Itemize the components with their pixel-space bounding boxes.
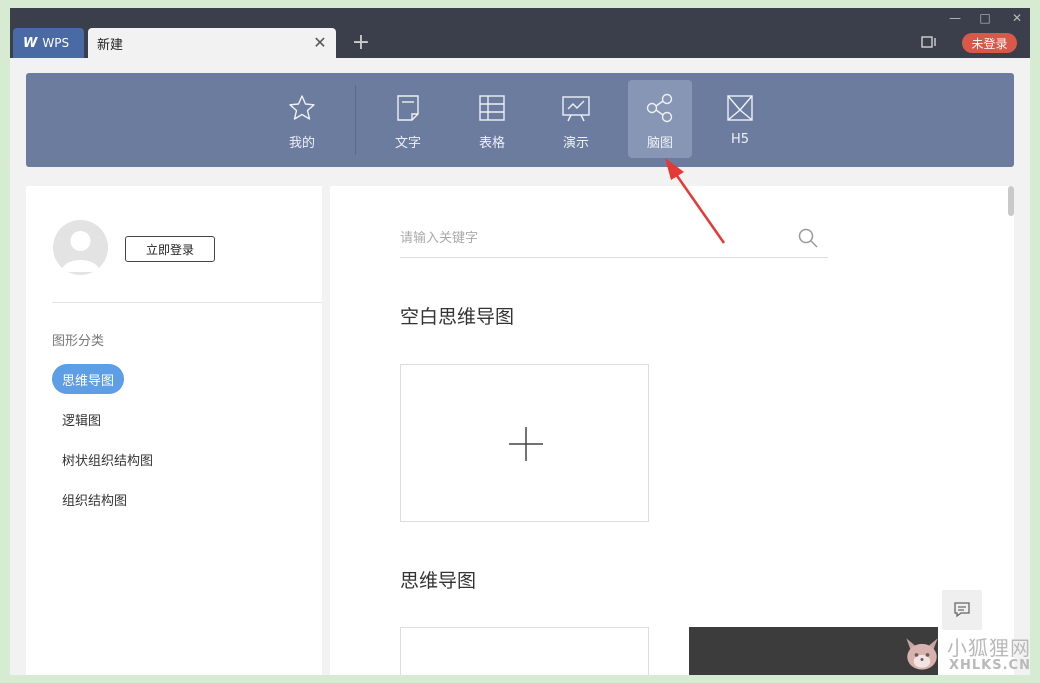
toolbar-item-mindmap[interactable]: 脑图 [628, 80, 692, 158]
toolbar-item-presentation[interactable]: 演示 [544, 80, 608, 158]
template-card[interactable] [400, 627, 649, 675]
tablet-mode-icon[interactable] [920, 34, 938, 50]
watermark-url: XHLKS.CN [949, 658, 1031, 673]
toolbar-item-label: H5 [730, 132, 750, 147]
category-item-mindmap[interactable]: 思维导图 [52, 364, 125, 394]
toolbar-item-label: 脑图 [646, 136, 673, 151]
toolbar-item-h5[interactable]: H5 [708, 80, 772, 158]
wps-home-tab[interactable]: W WPS [13, 28, 84, 58]
category-item-tree-org-chart[interactable]: 树状组织结构图 [52, 444, 163, 474]
mindmap-template-section-title: 思维导图 [400, 570, 477, 592]
fox-logo-icon [906, 638, 938, 670]
search-icon[interactable] [798, 228, 818, 248]
window-close-icon[interactable]: ✕ [1007, 10, 1027, 26]
wps-tab-label: WPS [42, 36, 70, 50]
new-document-type-toolbar: 我的 文字 表格 演示 脑图 H5 [26, 73, 1014, 167]
minimize-icon[interactable]: — [945, 10, 965, 26]
category-item-org-chart[interactable]: 组织结构图 [52, 484, 137, 514]
sidebar: 立即登录 图形分类 思维导图 逻辑图 树状组织结构图 组织结构图 [26, 186, 322, 675]
toolbar-item-spreadsheet[interactable]: 表格 [460, 80, 524, 158]
search-box [400, 218, 828, 258]
blank-mindmap-section-title: 空白思维导图 [400, 306, 515, 328]
toolbar-item-label: 表格 [478, 136, 505, 151]
not-logged-in-badge[interactable]: 未登录 [962, 33, 1017, 53]
new-tab-label: 新建 [97, 37, 124, 53]
maximize-icon[interactable]: □ [975, 10, 995, 26]
table-icon [479, 95, 505, 121]
star-icon [289, 95, 315, 120]
h5-icon [727, 95, 753, 121]
title-bar: W WPS 新建 ✕ + — □ ✕ 未登录 [10, 8, 1030, 58]
category-title: 图形分类 [52, 334, 105, 349]
scrollbar-thumb[interactable] [1008, 186, 1014, 216]
blank-mindmap-card[interactable] [400, 364, 649, 522]
search-input[interactable] [400, 226, 780, 250]
mindmap-icon [646, 93, 673, 123]
app-window: W WPS 新建 ✕ + — □ ✕ 未登录 我的 文字 表格 演示 脑图 H5… [10, 8, 1030, 675]
toolbar-divider [355, 85, 356, 155]
toolbar-item-label: 演示 [562, 136, 589, 151]
avatar[interactable] [53, 220, 108, 275]
new-document-tab[interactable]: 新建 ✕ [88, 28, 336, 58]
watermark: 小狐狸网 XHLKS.CN [897, 628, 1037, 680]
presentation-icon [562, 96, 590, 122]
document-icon [397, 95, 419, 121]
user-avatar-icon [61, 231, 100, 272]
toolbar-item-label: 文字 [394, 136, 421, 151]
toolbar-item-writer[interactable]: 文字 [376, 80, 440, 158]
login-now-button[interactable]: 立即登录 [125, 236, 215, 262]
toolbar-item-label: 我的 [288, 136, 315, 151]
template-content-area: 空白思维导图 思维导图 [330, 186, 1014, 675]
plus-icon [509, 427, 543, 461]
close-icon[interactable]: ✕ [312, 35, 328, 51]
feedback-button[interactable] [942, 590, 982, 630]
feedback-icon [954, 602, 970, 618]
plus-icon[interactable]: + [350, 32, 372, 54]
sidebar-divider [52, 302, 322, 303]
watermark-text: 小狐狸网 [947, 636, 1031, 660]
toolbar-item-mine[interactable]: 我的 [270, 80, 334, 158]
wps-logo-icon: W [23, 35, 38, 51]
category-item-logic-chart[interactable]: 逻辑图 [52, 404, 111, 434]
